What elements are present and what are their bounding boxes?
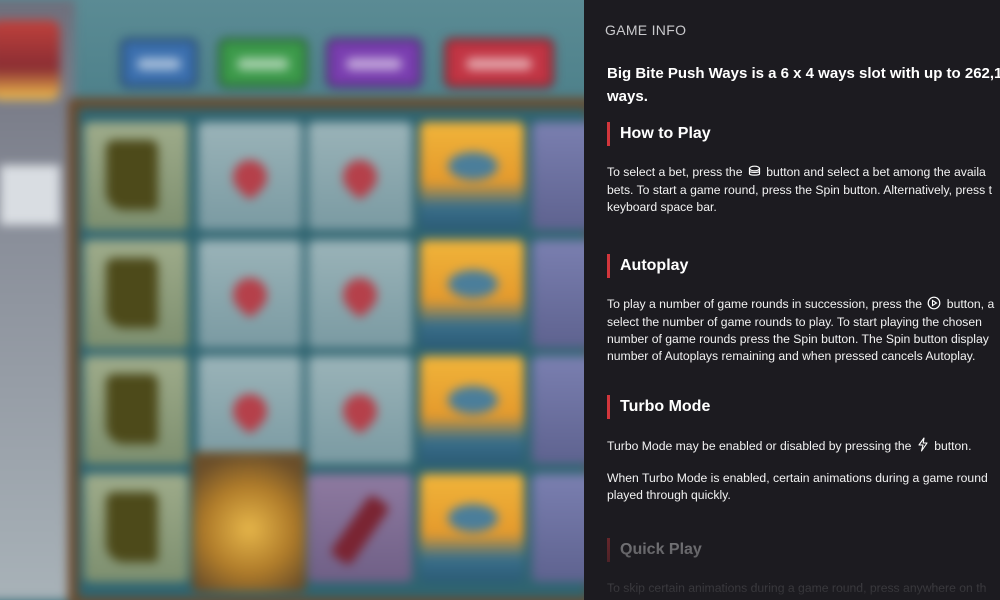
- text-fragment: Turbo Mode may be enabled or disabled by…: [607, 439, 912, 453]
- symbol-spade: [198, 356, 302, 464]
- multiplier-tag-purple: [326, 38, 422, 88]
- quick-play-section: Quick Play To skip certain animations du…: [607, 538, 1000, 597]
- symbol-spade: [308, 356, 412, 464]
- turbo-mode-text: Turbo Mode may be enabled or disabled by…: [607, 437, 1000, 456]
- game-intro: Big Bite Push Ways is a 6 x 4 ways slot …: [607, 62, 1000, 108]
- section-title-turbo-mode: Turbo Mode: [607, 395, 1000, 419]
- intro-line-2: ways.: [607, 88, 648, 105]
- symbol-boot: [84, 122, 188, 230]
- symbol-anchor-wild: [192, 452, 306, 592]
- multiplier-tag-red: [444, 38, 554, 88]
- game-background: [0, 0, 584, 600]
- section-title-autoplay: Autoplay: [607, 254, 1000, 278]
- text-line: keyboard space bar.: [607, 200, 717, 214]
- panel-title: GAME INFO: [605, 22, 687, 38]
- symbol-spade: [198, 122, 302, 230]
- text-line: number of game rounds press the Spin but…: [607, 332, 989, 346]
- text-line: When Turbo Mode is enabled, certain anim…: [607, 471, 988, 485]
- symbol-spade: [308, 240, 412, 348]
- text-fragment: button and select a bet among the availa: [766, 165, 986, 179]
- symbol-boot: [84, 356, 188, 464]
- coin-stack-icon: [748, 165, 761, 182]
- symbol-whale: [420, 474, 524, 582]
- text-line: played through quickly.: [607, 488, 731, 502]
- symbol-gem: [532, 122, 584, 230]
- info-scroll-area[interactable]: Big Bite Push Ways is a 6 x 4 ways slot …: [607, 62, 1000, 600]
- symbol-gem: [532, 356, 584, 464]
- turbo-mode-text-2: When Turbo Mode is enabled, certain anim…: [607, 470, 1000, 504]
- autoplay-icon: [927, 296, 941, 314]
- how-to-play-text: To select a bet, press the button and se…: [607, 164, 1000, 216]
- text-line: bets. To start a game round, press the S…: [607, 183, 993, 197]
- text-line: number of Autoplays remaining and when p…: [607, 349, 976, 363]
- multiplier-tag-green: [218, 38, 308, 88]
- text-fragment: To select a bet, press the: [607, 165, 743, 179]
- left-side-label: [0, 165, 60, 225]
- symbol-boot: [84, 474, 188, 582]
- game-logo-badge: [0, 20, 60, 100]
- symbol-gem: [532, 474, 584, 582]
- text-line: To skip certain animations during a game…: [607, 581, 987, 595]
- text-fragment: To play a number of game rounds in succe…: [607, 297, 923, 311]
- text-fragment: button, a: [946, 297, 995, 311]
- symbol-whale: [420, 240, 524, 348]
- symbol-gem: [532, 240, 584, 348]
- lightning-icon: [917, 437, 929, 456]
- symbol-whale: [420, 356, 524, 464]
- quick-play-text: To skip certain animations during a game…: [607, 580, 1000, 597]
- symbol-whale: [420, 122, 524, 230]
- symbol-spade: [308, 122, 412, 230]
- game-info-panel[interactable]: GAME INFO Big Bite Push Ways is a 6 x 4 …: [584, 0, 1000, 600]
- symbol-boot: [84, 240, 188, 348]
- symbol-spade: [198, 240, 302, 348]
- text-fragment: button.: [934, 439, 972, 453]
- section-title-how-to-play: How to Play: [607, 122, 1000, 146]
- intro-line-1: Big Bite Push Ways is a 6 x 4 ways slot …: [607, 65, 1000, 82]
- section-title-quick-play: Quick Play: [607, 538, 1000, 562]
- multiplier-tag-blue: [120, 38, 198, 88]
- text-line: select the number of game rounds to play…: [607, 315, 982, 329]
- symbol-bottle: [308, 474, 412, 582]
- autoplay-text: To play a number of game rounds in succe…: [607, 296, 1000, 365]
- blurred-reels: [0, 0, 584, 600]
